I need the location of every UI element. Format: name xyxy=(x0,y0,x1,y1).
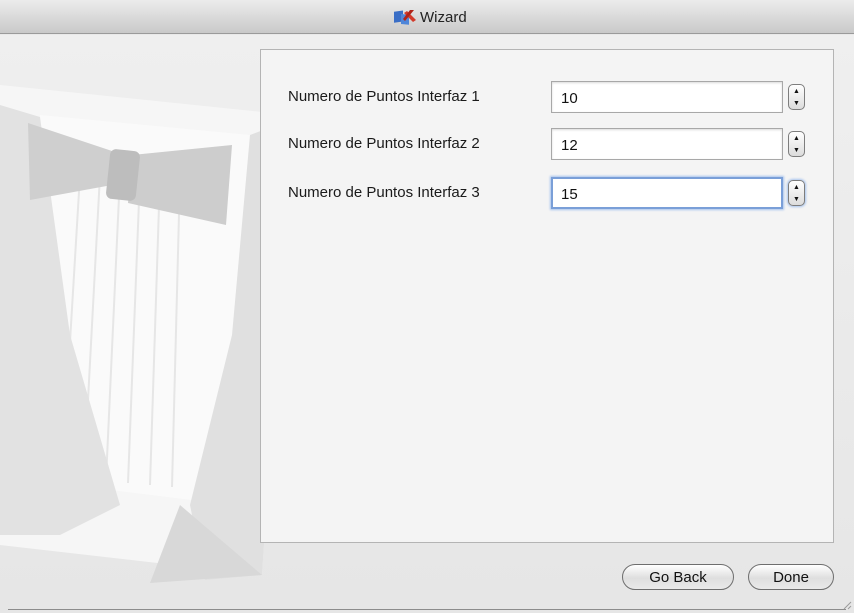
stepper-up-icon[interactable]: ▲ xyxy=(789,85,804,97)
interface-3-points-input[interactable] xyxy=(551,177,783,209)
field-row-1: Numero de Puntos Interfaz 1 ▲ ▼ xyxy=(261,81,835,113)
title-group: Wizard xyxy=(392,7,467,27)
interface-1-stepper[interactable]: ▲ ▼ xyxy=(788,84,805,110)
stepper-up-icon[interactable]: ▲ xyxy=(789,181,804,193)
window-bottom-edge xyxy=(8,609,846,610)
interface-1-points-input[interactable] xyxy=(551,81,783,113)
stepper-down-icon[interactable]: ▼ xyxy=(789,97,804,109)
go-back-button[interactable]: Go Back xyxy=(622,564,734,590)
wizard-content: Numero de Puntos Interfaz 1 ▲ ▼ Numero d… xyxy=(0,35,854,613)
wizard-panel: Numero de Puntos Interfaz 1 ▲ ▼ Numero d… xyxy=(260,49,834,543)
field-row-3: Numero de Puntos Interfaz 3 ▲ ▼ xyxy=(261,177,835,209)
wizard-app-icon xyxy=(392,8,418,26)
done-button[interactable]: Done xyxy=(748,564,834,590)
stepper-down-icon[interactable]: ▼ xyxy=(789,144,804,156)
field-row-2: Numero de Puntos Interfaz 2 ▲ ▼ xyxy=(261,128,835,160)
field-label-3: Numero de Puntos Interfaz 3 xyxy=(288,184,480,201)
stepper-up-icon[interactable]: ▲ xyxy=(789,132,804,144)
wizard-window: Wizard Numero de Puntos Interfaz 1 10 ▲ … xyxy=(0,0,854,613)
title-bar[interactable]: Wizard xyxy=(0,0,854,34)
interface-3-stepper[interactable]: ▲ ▼ xyxy=(788,180,805,206)
resize-grip-icon[interactable] xyxy=(842,600,852,610)
interface-2-points-input[interactable] xyxy=(551,128,783,160)
stepper-down-icon[interactable]: ▼ xyxy=(789,193,804,205)
window-title: Wizard xyxy=(420,8,467,26)
field-label-2: Numero de Puntos Interfaz 2 xyxy=(288,135,480,152)
interface-2-stepper[interactable]: ▲ ▼ xyxy=(788,131,805,157)
field-label-1: Numero de Puntos Interfaz 1 xyxy=(288,88,480,105)
